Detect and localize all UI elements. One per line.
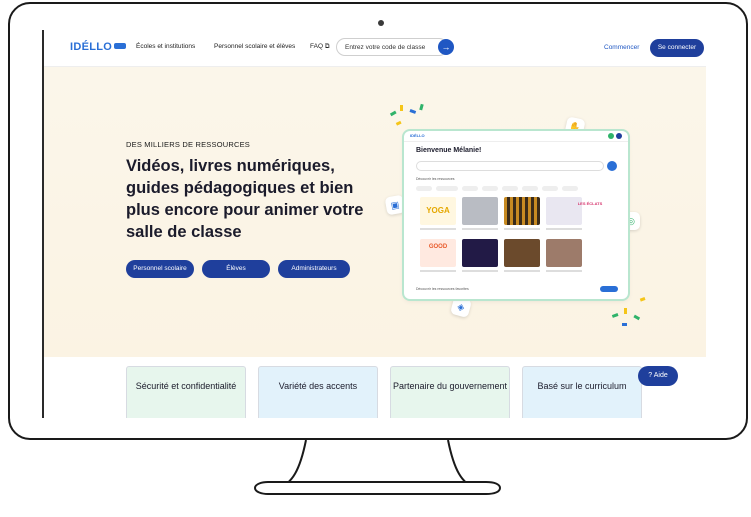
thumbnail-caption (504, 228, 540, 230)
preview-chip (562, 186, 578, 191)
thumbnail-caption (462, 270, 498, 272)
thumbnail (546, 239, 582, 267)
app-preview: IDÉLLO Bienvenue Mélanie! Découvrir les … (404, 131, 628, 299)
preview-chip (542, 186, 558, 191)
question-icon: ? (648, 372, 653, 379)
thumbnail-caption (420, 270, 456, 272)
preview-section-label: Découvrir les ressources (416, 177, 455, 181)
thumbnail: YOGA (420, 197, 456, 225)
preview-avatar (608, 133, 614, 139)
preview-section-label-2: Découvrir les ressources favorites (416, 287, 469, 291)
screen: IDÉLLO Écoles et institutions Personnel … (42, 30, 706, 418)
thumbnail-caption (546, 270, 582, 272)
preview-chip (436, 186, 458, 191)
feature-card-security: Sécurité et confidentialité (126, 366, 246, 418)
thumbnail (462, 197, 498, 225)
thumbnail (504, 197, 540, 225)
preview-chip (416, 186, 432, 191)
feature-card-accents: Variété des accents (258, 366, 378, 418)
thumbnail-caption (546, 228, 582, 230)
preview-search-icon (607, 161, 617, 171)
preview-topbar: IDÉLLO (404, 131, 628, 142)
preview-greeting: Bienvenue Mélanie! (416, 147, 482, 154)
preview-pill (600, 286, 618, 292)
thumbnail-title: LES ÉCLATS (577, 201, 603, 206)
help-button[interactable]: ? Aide (638, 366, 678, 386)
preview-search (416, 161, 604, 171)
feature-card-government: Partenaire du gouvernement (390, 366, 510, 418)
preview-logo: IDÉLLO (410, 133, 425, 138)
feature-card-curriculum: Basé sur le curriculum (522, 366, 642, 418)
thumbnail-caption (504, 270, 540, 272)
preview-chip (462, 186, 478, 191)
thumbnail (462, 239, 498, 267)
thumbnail-caption (420, 228, 456, 230)
thumbnail (504, 239, 540, 267)
preview-chip (482, 186, 498, 191)
thumbnail: GOOD (420, 239, 456, 267)
calendar-icon: ▣ (384, 194, 406, 216)
preview-chip (502, 186, 518, 191)
thumbnail-caption (462, 228, 498, 230)
preview-chip (522, 186, 538, 191)
preview-menu-dot (616, 133, 622, 139)
